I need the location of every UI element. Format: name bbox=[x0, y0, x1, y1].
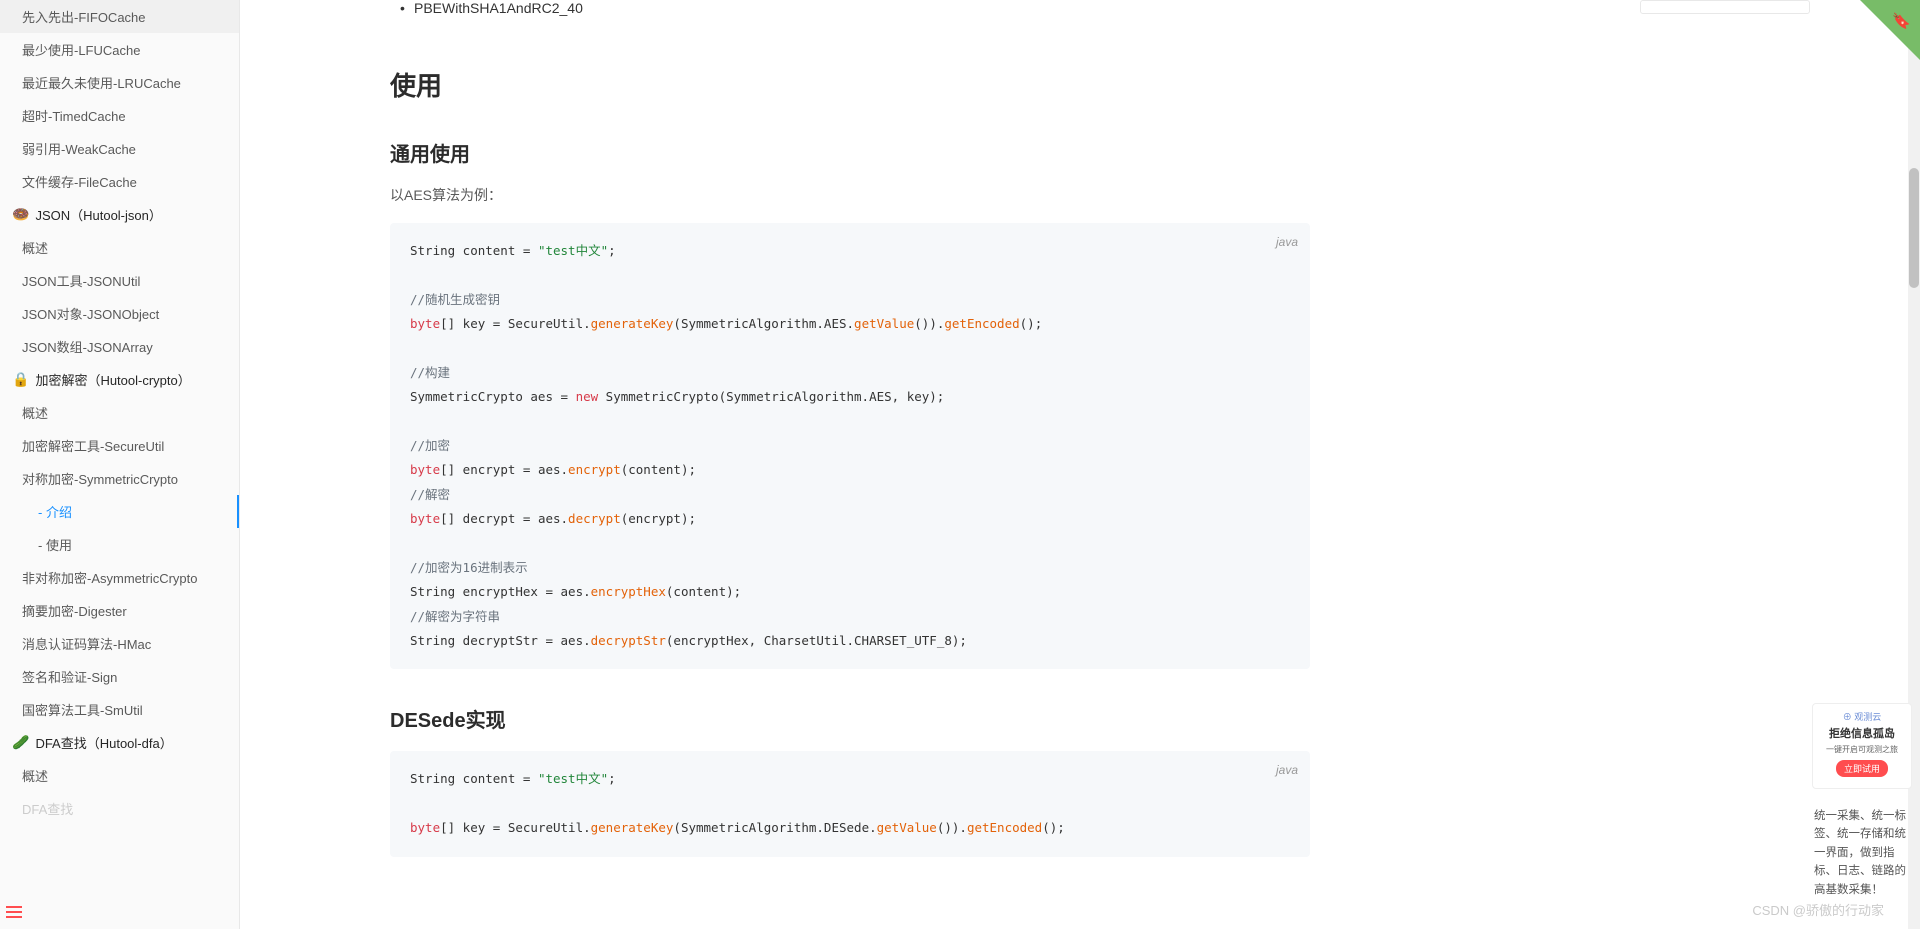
sidebar-item-label: 非对称加密-AsymmetricCrypto bbox=[22, 571, 198, 586]
sidebar-item[interactable]: 最少使用-LFUCache bbox=[0, 33, 239, 66]
sidebar-item[interactable]: 超时-TimedCache bbox=[0, 99, 239, 132]
code-lang-label: java bbox=[1276, 759, 1298, 782]
ad-subtitle: 一键开启可观测之旅 bbox=[1819, 744, 1905, 755]
bookmark-icon[interactable]: 🔖 bbox=[1892, 12, 1911, 30]
sidebar-item-label: 消息认证码算法-HMac bbox=[22, 637, 151, 652]
sidebar-item[interactable]: 加密解密工具-SecureUtil bbox=[0, 429, 239, 462]
sidebar-item-label: - 介绍 bbox=[38, 505, 72, 520]
sidebar-item-label: 文件缓存-FileCache bbox=[22, 175, 137, 190]
sidebar-item[interactable]: - 介绍 bbox=[0, 495, 239, 528]
sidebar-item-label: 签名和验证-Sign bbox=[22, 670, 117, 685]
heading-usage: 使用 bbox=[390, 66, 1310, 103]
sidebar-item-label: 概述 bbox=[22, 241, 48, 256]
sidebar-item-label: JSON（Hutool-json） bbox=[35, 205, 161, 224]
ad-logo: ⊕ 观测云 bbox=[1819, 710, 1905, 723]
sidebar-item-label: 加密解密（Hutool-crypto） bbox=[35, 370, 190, 389]
ad-description: 统一采集、统一标签、统一存储和统一界面，做到指标、日志、链路的高基数采集！ bbox=[1814, 807, 1912, 899]
sidebar-item-label: DFA查找（Hutool-dfa） bbox=[35, 733, 172, 752]
code-block-aes: java String content = "test中文"; //随机生成密钥… bbox=[390, 223, 1310, 669]
sidebar-item-label: 加密解密工具-SecureUtil bbox=[22, 439, 164, 454]
sidebar-item-label: JSON工具-JSONUtil bbox=[22, 274, 140, 289]
sidebar-item-label: 概述 bbox=[22, 406, 48, 421]
toc-panel bbox=[1640, 0, 1810, 14]
sidebar-item[interactable]: 国密算法工具-SmUtil bbox=[0, 693, 239, 726]
sidebar-item[interactable]: 消息认证码算法-HMac bbox=[0, 627, 239, 660]
sidebar-item[interactable]: JSON数组-JSONArray bbox=[0, 330, 239, 363]
code-lang-label: java bbox=[1276, 231, 1298, 254]
sidebar-item[interactable]: JSON对象-JSONObject bbox=[0, 297, 239, 330]
sidebar-item[interactable]: 概述 bbox=[0, 396, 239, 429]
sidebar-item[interactable]: 🍩 JSON（Hutool-json） bbox=[0, 198, 239, 231]
sidebar-item[interactable]: 最近最久未使用-LRUCache bbox=[0, 66, 239, 99]
sidebar-item[interactable]: 弱引用-WeakCache bbox=[0, 132, 239, 165]
ad-panel[interactable]: ⊕ 观测云 拒绝信息孤岛 一键开启可观测之旅 立即试用 bbox=[1812, 703, 1912, 789]
category-icon: 🔒 bbox=[12, 371, 29, 388]
sidebar-item-label: DFA查找 bbox=[22, 802, 73, 817]
sidebar-item-label: 先入先出-FIFOCache bbox=[22, 10, 146, 25]
sidebar-item[interactable]: DFA查找 bbox=[0, 792, 239, 825]
heading-desede: DESede实现 bbox=[390, 704, 1310, 733]
heading-general-usage: 通用使用 bbox=[390, 138, 1310, 167]
sidebar-item-label: 摘要加密-Digester bbox=[22, 604, 127, 619]
sidebar-item-label: - 使用 bbox=[38, 538, 72, 553]
sidebar-item[interactable]: 非对称加密-AsymmetricCrypto bbox=[0, 561, 239, 594]
sidebar-item-label: 超时-TimedCache bbox=[22, 109, 126, 124]
sidebar-item-label: 最少使用-LFUCache bbox=[22, 43, 140, 58]
scrollbar[interactable] bbox=[1908, 0, 1920, 929]
sidebar-item[interactable]: JSON工具-JSONUtil bbox=[0, 264, 239, 297]
sidebar-item[interactable]: 文件缓存-FileCache bbox=[0, 165, 239, 198]
sidebar-item-label: 概述 bbox=[22, 769, 48, 784]
main-content: PBEWithSHA1AndRC2_40 使用 通用使用 以AES算法为例： j… bbox=[240, 0, 1440, 917]
code-block-desede: java String content = "test中文"; byte[] k… bbox=[390, 751, 1310, 856]
sidebar-item-label: JSON对象-JSONObject bbox=[22, 307, 159, 322]
sidebar-item-label: 弱引用-WeakCache bbox=[22, 142, 136, 157]
sidebar-item[interactable]: 概述 bbox=[0, 231, 239, 264]
sidebar-item[interactable]: 签名和验证-Sign bbox=[0, 660, 239, 693]
sidebar-item[interactable]: 先入先出-FIFOCache bbox=[0, 0, 239, 33]
category-icon: 🍩 bbox=[12, 206, 29, 223]
watermark: CSDN @骄傲的行动家 bbox=[1752, 900, 1884, 919]
list-item: PBEWithSHA1AndRC2_40 bbox=[390, 0, 1310, 16]
ad-title: 拒绝信息孤岛 bbox=[1819, 725, 1905, 741]
category-icon: 🥒 bbox=[12, 734, 29, 751]
para-aes-example: 以AES算法为例： bbox=[390, 185, 1310, 205]
sidebar-item[interactable]: 对称加密-SymmetricCrypto bbox=[0, 462, 239, 495]
sidebar-item[interactable]: 🥒 DFA查找（Hutool-dfa） bbox=[0, 726, 239, 759]
menu-toggle-icon[interactable] bbox=[6, 903, 22, 921]
corner-fold[interactable] bbox=[1860, 0, 1920, 60]
sidebar-item-label: 对称加密-SymmetricCrypto bbox=[22, 472, 178, 487]
sidebar-item[interactable]: 摘要加密-Digester bbox=[0, 594, 239, 627]
sidebar-item[interactable]: 🔒 加密解密（Hutool-crypto） bbox=[0, 363, 239, 396]
sidebar: 先入先出-FIFOCache 最少使用-LFUCache 最近最久未使用-LRUCa… bbox=[0, 0, 240, 929]
sidebar-item[interactable]: - 使用 bbox=[0, 528, 239, 561]
sidebar-item-label: JSON数组-JSONArray bbox=[22, 340, 153, 355]
sidebar-item-label: 最近最久未使用-LRUCache bbox=[22, 76, 181, 91]
ad-cta-button[interactable]: 立即试用 bbox=[1836, 760, 1888, 777]
sidebar-item[interactable]: 概述 bbox=[0, 759, 239, 792]
sidebar-item-label: 国密算法工具-SmUtil bbox=[22, 703, 143, 718]
scroll-thumb[interactable] bbox=[1909, 168, 1919, 288]
